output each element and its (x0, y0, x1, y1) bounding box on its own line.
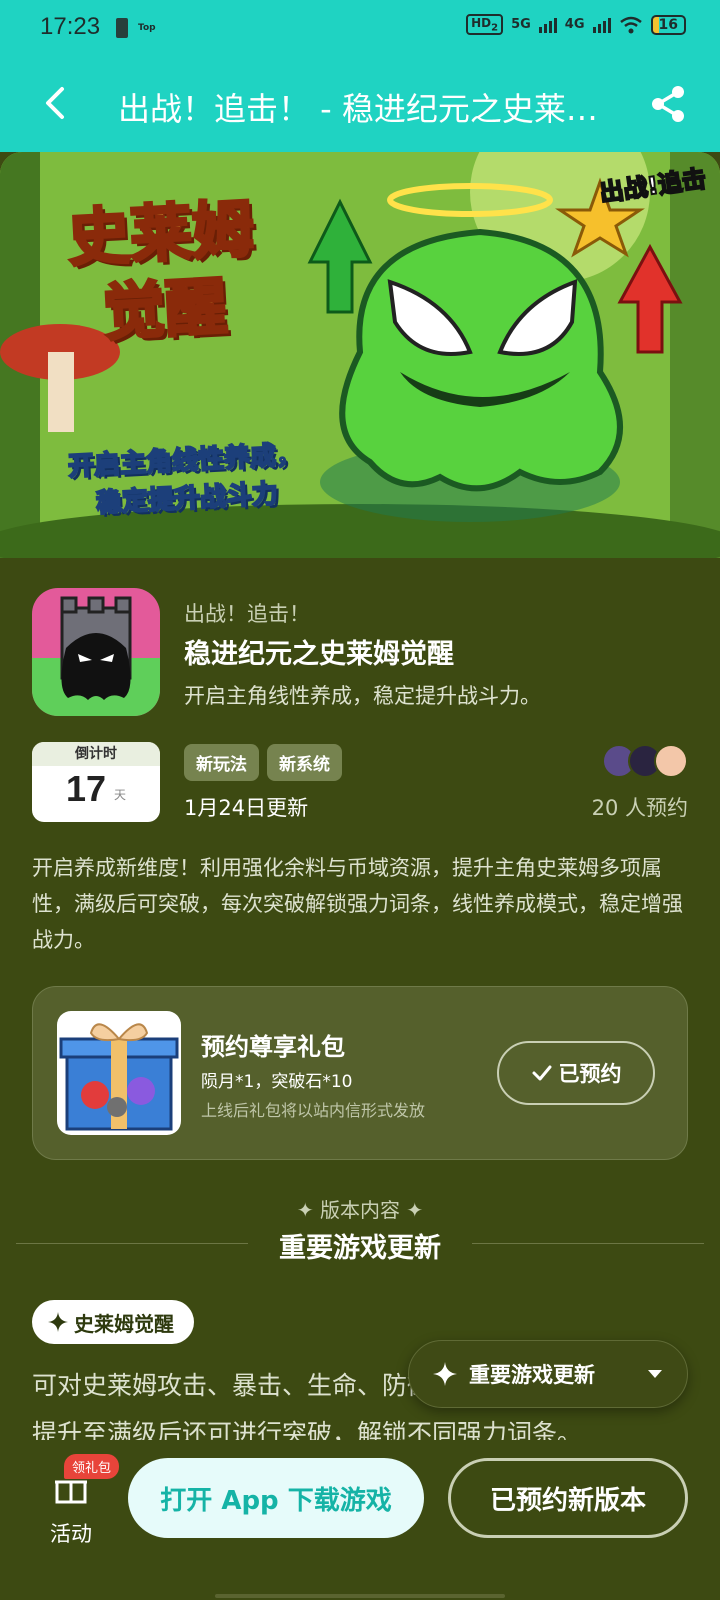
back-button[interactable] (30, 78, 80, 128)
sparkle-icon (48, 1312, 68, 1332)
share-button[interactable] (646, 82, 690, 126)
status-right-icons: HD2 5G 4G 16 (466, 14, 686, 36)
version-kicker: ✦ 版本内容 ✦ (296, 1198, 424, 1222)
gift-items: 陨月*1，突破石*10 (201, 1072, 353, 1092)
section-jump-dropdown[interactable]: 重要游戏更新 (408, 1340, 688, 1408)
gift-title: 预约尊享礼包 (201, 1033, 345, 1061)
open-app-button[interactable]: 打开 App 下载游戏 (128, 1458, 424, 1538)
update-date: 1月24日更新 (184, 796, 309, 820)
caret-down-icon (648, 1370, 662, 1378)
notification-label: Top (138, 23, 156, 33)
gift-note: 上线后礼包将以站内信形式发放 (201, 1101, 426, 1120)
reserve-count: 20 人预约 (591, 796, 688, 820)
gift-reserved-button[interactable]: 已预约 (497, 1041, 655, 1105)
hero-banner[interactable]: 史莱姆觉醒 开启主角线性养成， 稳定提升战斗力 出战!追击 (0, 152, 720, 558)
battery-icon: 16 (650, 14, 686, 35)
gift-box-icon (59, 1023, 179, 1131)
chevron-left-icon (46, 87, 64, 119)
sparkle-icon (433, 1362, 457, 1386)
app-tagline: 开启主角线性养成，稳定提升战斗力。 (184, 684, 541, 708)
tower-slime-icon (32, 588, 160, 716)
reserver-avatars (602, 744, 688, 778)
battery-saver-icon (116, 18, 128, 38)
status-time: 17:23 (40, 13, 101, 40)
dropdown-label: 重要游戏更新 (469, 1363, 595, 1387)
signal-4g-icon (592, 17, 611, 33)
feature-chip: 史莱姆觉醒 (32, 1300, 194, 1344)
reservation-gift-card: 预约尊享礼包 陨月*1，突破石*10 上线后礼包将以站内信形式发放 已预约 (32, 986, 688, 1160)
home-indicator (215, 1594, 505, 1598)
bottom-action-bar: 活动 领礼包 打开 App 下载游戏 已预约新版本 (0, 1440, 720, 1600)
network-4g-label: 4G (564, 17, 585, 33)
wifi-icon (619, 16, 642, 34)
section-title: 重要游戏更新 (279, 1233, 441, 1264)
page-title: 出战！追击！ - 稳进纪元之史莱姆觉醒 (118, 90, 618, 128)
countdown-value: 17 (66, 768, 107, 809)
signal-5g-icon (538, 17, 557, 33)
gift-box-image (57, 1011, 181, 1135)
status-left-icons: Top (116, 18, 156, 38)
gift-reserved-label: 已预约 (558, 1062, 622, 1086)
check-icon (532, 1065, 551, 1081)
tag-list: 新玩法 新系统 (184, 744, 342, 781)
gift-badge: 领礼包 (64, 1454, 120, 1479)
countdown-unit: 天 (114, 788, 127, 802)
banner-subtitle: 开启主角线性养成， 稳定提升战斗力 (66, 439, 303, 520)
tag-new-gameplay: 新玩法 (184, 744, 259, 781)
nav-bar: 出战！追击！ - 稳进纪元之史莱姆觉醒 (0, 56, 720, 152)
share-icon (652, 86, 684, 122)
activity-label: 活动 (50, 1522, 92, 1546)
network-5g-label: 5G (511, 17, 531, 33)
countdown-card: 倒计时 17 天 (32, 742, 160, 822)
feature-chip-label: 史莱姆觉醒 (74, 1311, 174, 1336)
app-name: 稳进纪元之史莱姆觉醒 (184, 639, 454, 670)
countdown-label: 倒计时 (32, 742, 160, 766)
update-description: 开启养成新维度！利用强化余料与币域资源，提升主角史莱姆多项属性，满级后可突破，每… (32, 856, 683, 952)
app-icon[interactable] (32, 588, 160, 716)
activity-tab[interactable]: 活动 (44, 1470, 98, 1548)
hd-icon: HD2 (466, 14, 504, 36)
app-category: 出战！追击！ (184, 602, 310, 626)
banner-title: 史莱姆觉醒 (65, 191, 258, 351)
tag-new-system: 新系统 (267, 744, 342, 781)
avatar (654, 744, 688, 778)
reserved-new-version-button[interactable]: 已预约新版本 (448, 1458, 688, 1538)
status-bar: 17:23 Top HD2 5G 4G 16 (0, 0, 720, 56)
